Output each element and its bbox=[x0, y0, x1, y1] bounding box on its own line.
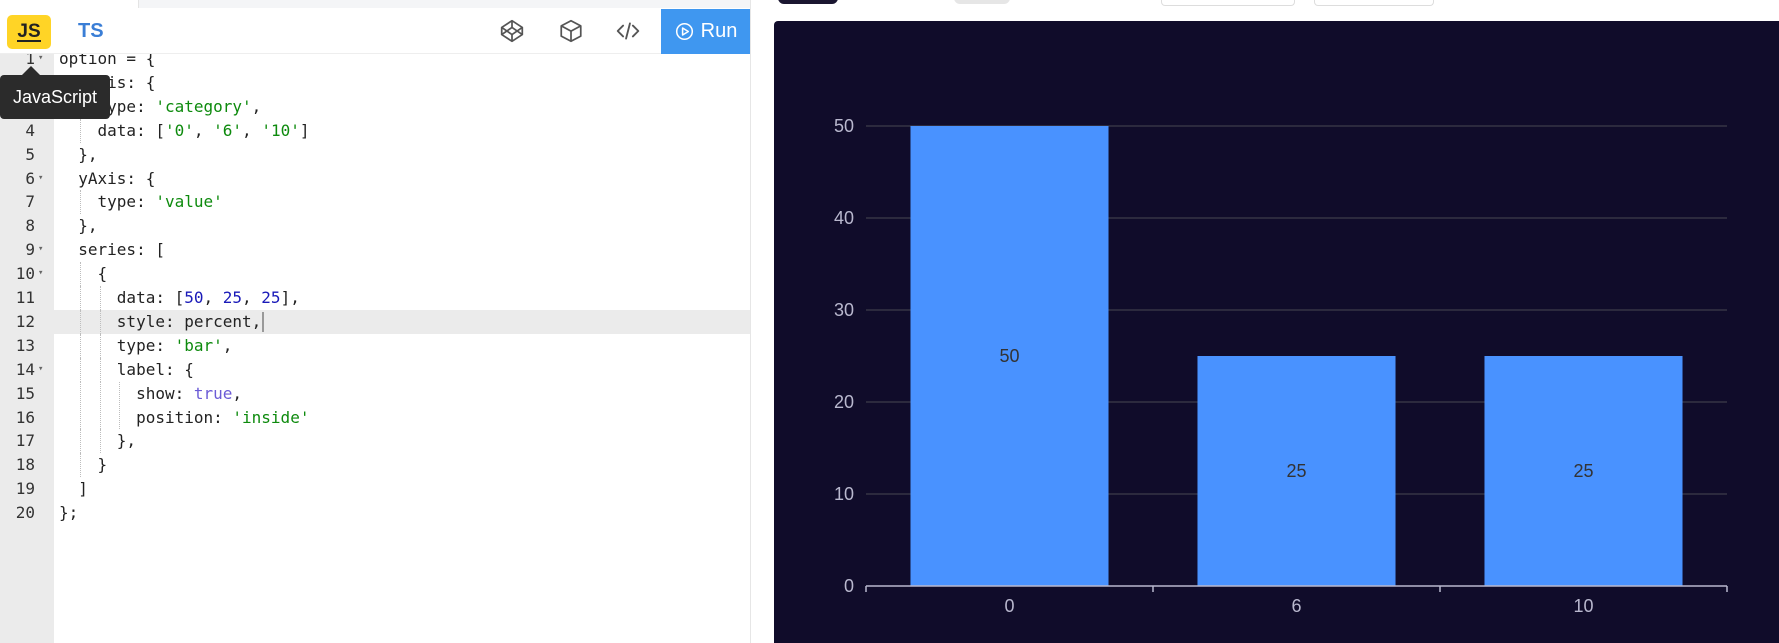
code-text: position: 'inside' bbox=[59, 407, 310, 427]
code-line[interactable]: 7 type: 'value' bbox=[0, 190, 750, 215]
line-number: 18 bbox=[15, 455, 35, 475]
run-button[interactable]: Run bbox=[661, 9, 750, 54]
fold-arrow-icon[interactable]: ▾ bbox=[38, 262, 43, 286]
fold-arrow-icon[interactable]: ▾ bbox=[38, 238, 43, 262]
y-tick-label: 40 bbox=[834, 208, 854, 228]
bar-value-label: 50 bbox=[999, 346, 1019, 366]
code-line[interactable]: 10 ▾ { bbox=[0, 262, 750, 286]
line-number: 17 bbox=[15, 431, 35, 451]
tab-ts[interactable]: TS bbox=[78, 20, 104, 43]
preview-pane: 0 10 20 30 40 50 50 0 25 6 25 10 bbox=[751, 0, 1779, 643]
preview-control-light[interactable] bbox=[954, 0, 1010, 4]
code-line[interactable]: 19 ] bbox=[0, 477, 750, 501]
text-cursor bbox=[262, 312, 265, 333]
tab-js[interactable]: JS bbox=[7, 15, 51, 49]
code-line[interactable]: 20}; bbox=[0, 501, 750, 525]
code-line[interactable]: 17 }, bbox=[0, 429, 750, 454]
code-text: }, bbox=[59, 144, 98, 164]
code-line[interactable]: 4 data: ['0', '6', '10'] bbox=[0, 118, 750, 143]
javascript-tooltip: JavaScript bbox=[0, 66, 110, 119]
editor-pane: JS TS Run 1 ▾ option = {{type: 'catego… bbox=[0, 0, 751, 643]
line-number: 5 bbox=[25, 144, 35, 164]
code-text: series: [ bbox=[59, 240, 165, 260]
code-text: }, bbox=[59, 216, 98, 236]
toolbar-top-strip bbox=[138, 0, 750, 8]
code-line[interactable]: 18 } bbox=[0, 453, 750, 478]
line-number: 10 bbox=[15, 264, 35, 284]
line-number: 16 bbox=[15, 407, 35, 427]
code-line[interactable]: 13 type: 'bar', bbox=[0, 333, 750, 358]
code-line[interactable]: 9 ▾ series: [ bbox=[0, 238, 750, 262]
codepen-icon[interactable] bbox=[499, 18, 525, 44]
code-line[interactable]: 5 }, bbox=[0, 143, 750, 167]
code-text: data: [50, 25, 25], bbox=[59, 288, 300, 307]
line-number: 12 bbox=[15, 311, 35, 331]
x-tick-label: 10 bbox=[1573, 596, 1593, 616]
code-line[interactable]: 14 ▾ label: { bbox=[0, 357, 750, 382]
code-line[interactable]: 12 style: percent, bbox=[0, 309, 750, 334]
app-root: JS TS Run 1 ▾ option = {{type: 'catego… bbox=[0, 0, 1779, 643]
line-number: 9 bbox=[25, 240, 35, 260]
tab-js-label: JS bbox=[17, 20, 41, 42]
y-tick-label: 10 bbox=[834, 484, 854, 504]
code-line[interactable]: 8 }, bbox=[0, 214, 750, 238]
line-number: 15 bbox=[15, 383, 35, 403]
code-text: style: percent, bbox=[59, 310, 265, 334]
code-text: type: 'bar', bbox=[59, 335, 233, 355]
line-number: 19 bbox=[15, 479, 35, 499]
code-icon[interactable] bbox=[615, 18, 641, 44]
x-tick-label: 0 bbox=[1004, 596, 1014, 616]
code-line[interactable]: 11 data: [50, 25, 25], bbox=[0, 286, 750, 310]
code-text: data: ['0', '6', '10'] bbox=[59, 120, 310, 140]
y-tick-label: 20 bbox=[834, 392, 854, 412]
x-tick-label: 6 bbox=[1291, 596, 1301, 616]
code-text: label: { bbox=[59, 359, 194, 379]
bar-value-label: 25 bbox=[1286, 461, 1306, 481]
code-text: { bbox=[59, 264, 108, 284]
code-text: } bbox=[59, 455, 108, 475]
line-number: 6 bbox=[25, 168, 35, 188]
bar-chart: 0 10 20 30 40 50 50 0 25 6 25 10 bbox=[834, 116, 1728, 616]
code-text: }; bbox=[59, 503, 79, 523]
code-text: yAxis: { bbox=[59, 168, 156, 188]
preview-control-dark[interactable] bbox=[778, 0, 838, 4]
run-button-label: Run bbox=[700, 20, 738, 42]
line-number: 8 bbox=[25, 216, 35, 236]
bar-value-label: 25 bbox=[1573, 461, 1593, 481]
code-line[interactable]: 16 position: 'inside' bbox=[0, 405, 750, 430]
play-circle-icon bbox=[675, 22, 693, 41]
code-line[interactable]: 15 show: true, bbox=[0, 381, 750, 406]
y-tick-label: 30 bbox=[834, 300, 854, 320]
y-tick-label: 0 bbox=[844, 576, 854, 596]
code-line[interactable]: 3 type: 'category', bbox=[0, 94, 750, 119]
code-line[interactable]: 6 ▾ yAxis: { bbox=[0, 167, 750, 191]
editor-toolbar: JS TS Run bbox=[0, 0, 750, 54]
code-text: ] bbox=[59, 479, 88, 499]
code-text: show: true, bbox=[59, 383, 243, 403]
code-line[interactable]: 2▾ xAxis: { bbox=[0, 71, 750, 95]
line-number: 4 bbox=[25, 120, 35, 140]
box-icon[interactable] bbox=[558, 18, 584, 44]
line-number: 14 bbox=[15, 359, 35, 379]
code-text: }, bbox=[59, 431, 137, 451]
fold-arrow-icon[interactable]: ▾ bbox=[38, 358, 43, 382]
preview-control-box[interactable] bbox=[1314, 0, 1434, 6]
preview-control-box[interactable] bbox=[1161, 0, 1295, 6]
chart-panel: 0 10 20 30 40 50 50 0 25 6 25 10 bbox=[774, 21, 1779, 643]
code-text: type: 'value' bbox=[59, 192, 223, 212]
line-number: 7 bbox=[25, 192, 35, 212]
line-number: 13 bbox=[15, 335, 35, 355]
fold-arrow-icon[interactable]: ▾ bbox=[38, 167, 43, 191]
line-number: 11 bbox=[15, 288, 35, 307]
line-number: 20 bbox=[15, 503, 35, 523]
y-tick-label: 50 bbox=[834, 116, 854, 136]
